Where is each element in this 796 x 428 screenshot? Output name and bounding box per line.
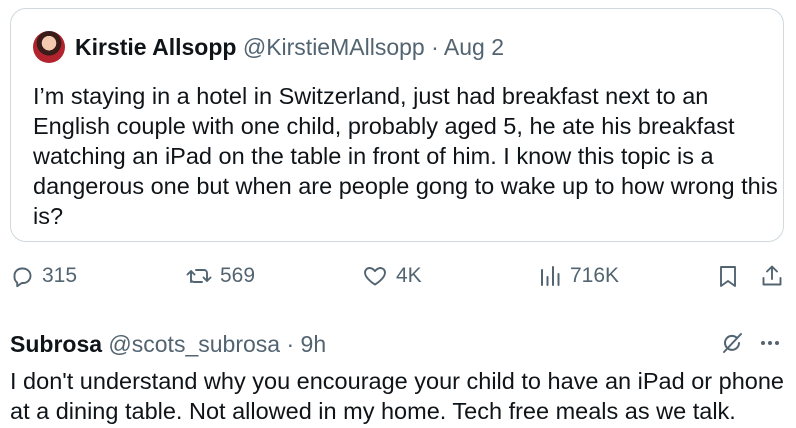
like-icon <box>362 264 388 288</box>
action-bar: 315 569 4K 716K <box>0 256 796 296</box>
views-button[interactable]: 716K <box>538 256 619 296</box>
reply-header: Subrosa @scots_subrosa · 9h <box>10 330 326 358</box>
repost-count: 569 <box>220 264 256 287</box>
bookmark-icon <box>717 264 739 288</box>
reply-time[interactable]: 9h <box>301 331 327 357</box>
views-icon <box>538 264 562 288</box>
view-count: 716K <box>570 264 620 287</box>
reply-author-name[interactable]: Subrosa <box>10 331 102 357</box>
quoted-tweet-header: Kirstie Allsopp @KirstieMAllsopp · Aug 2 <box>75 33 504 61</box>
separator-dot: · <box>286 331 295 357</box>
reply-text: I don't understand why you encourage you… <box>10 368 784 424</box>
like-count: 4K <box>396 264 422 287</box>
reply-author-handle[interactable]: @scots_subrosa <box>108 331 280 357</box>
author-name[interactable]: Kirstie Allsopp <box>75 34 236 60</box>
more-icon[interactable] <box>758 333 782 358</box>
reply-button[interactable]: 315 <box>10 256 77 296</box>
grok-icon[interactable] <box>720 331 744 360</box>
tweet-date[interactable]: Aug 2 <box>444 34 504 60</box>
reply-icon <box>10 264 34 288</box>
share-button[interactable] <box>760 256 784 296</box>
avatar[interactable] <box>33 31 65 63</box>
quoted-tweet-text: I’m staying in a hotel in Switzerland, j… <box>33 83 778 229</box>
share-icon <box>760 264 784 288</box>
repost-icon <box>186 264 212 288</box>
separator-dot: · <box>431 34 439 60</box>
bookmark-button[interactable] <box>717 256 739 296</box>
quoted-tweet-card[interactable]: Kirstie Allsopp @KirstieMAllsopp · Aug 2… <box>10 8 784 242</box>
repost-button[interactable]: 569 <box>186 256 255 296</box>
reply-count: 315 <box>42 264 78 287</box>
like-button[interactable]: 4K <box>362 256 422 296</box>
author-handle[interactable]: @KirstieMAllsopp <box>243 34 425 60</box>
